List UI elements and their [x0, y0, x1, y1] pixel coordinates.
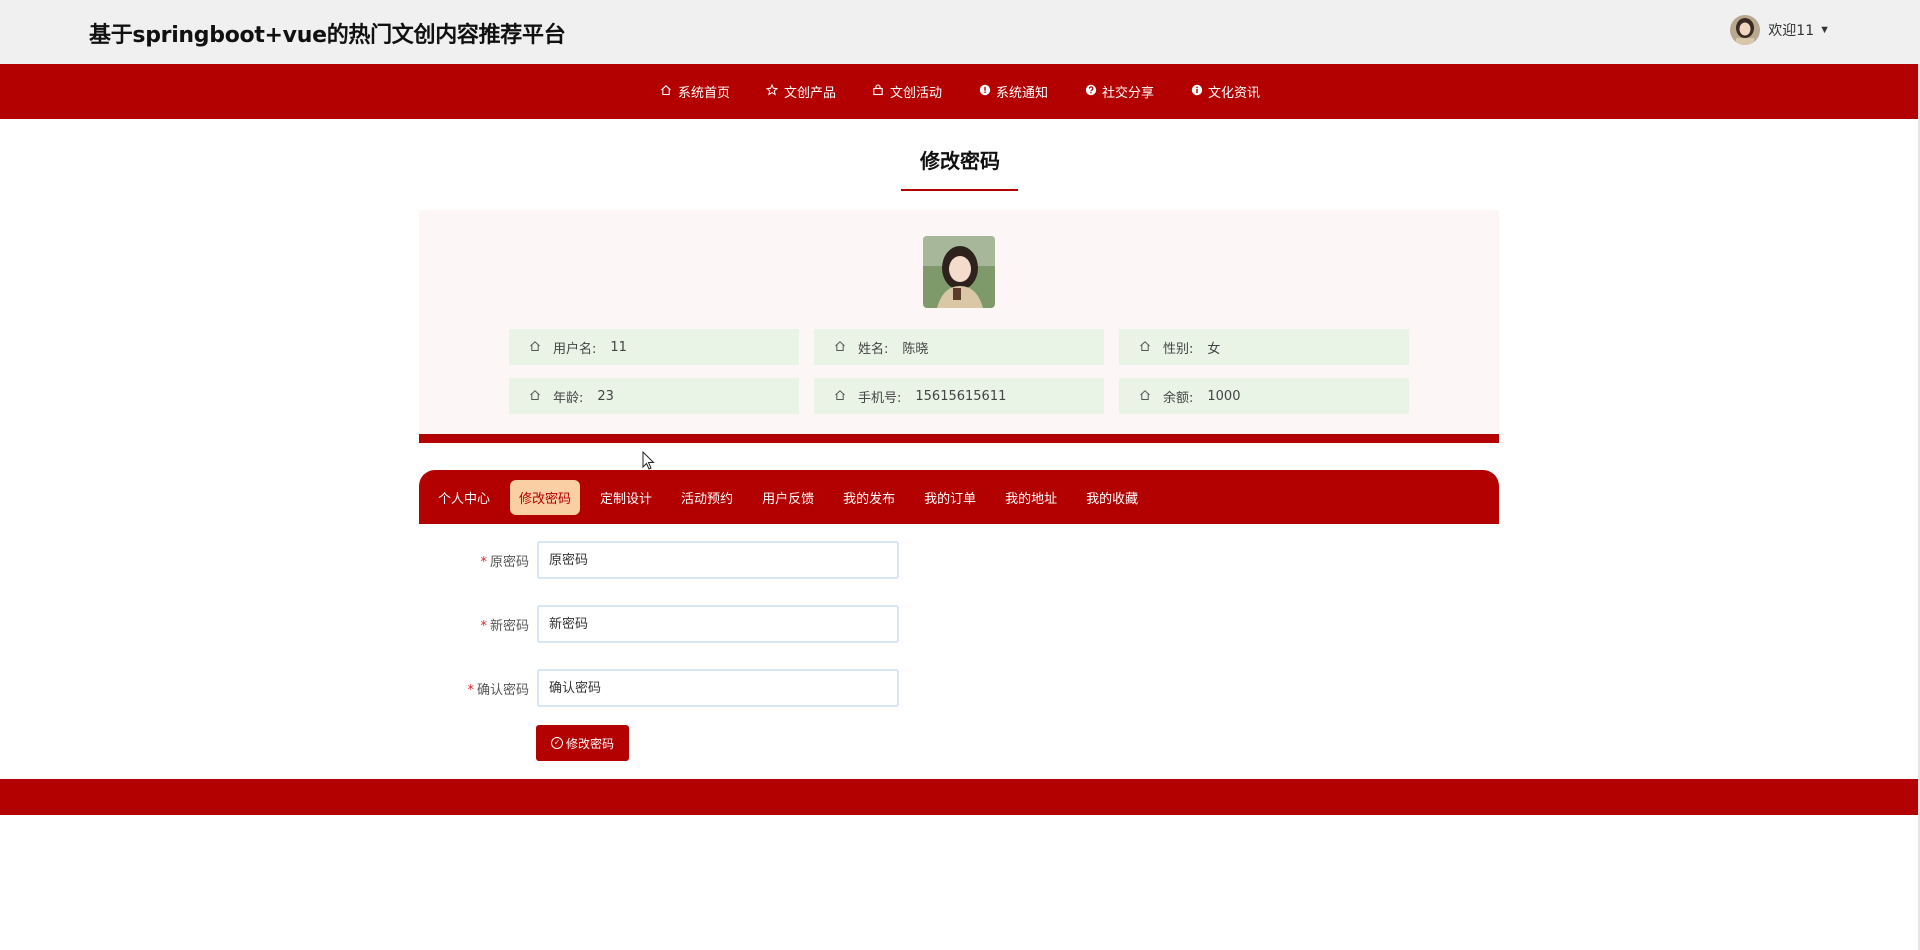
alert-icon	[978, 84, 991, 99]
new-password-label: * 新密码	[480, 618, 529, 634]
info-value: 女	[1207, 341, 1221, 357]
profile-panel: 用户名: 11 姓名: 陈晓 性别: 女 年龄: 23 手机号: 1561561…	[419, 210, 1499, 434]
nav-item-activities[interactable]: 文创活动	[872, 82, 942, 101]
required-mark: *	[467, 682, 474, 698]
tab-my-posts[interactable]: 我的发布	[834, 480, 904, 515]
tab-change-password[interactable]: 修改密码	[510, 479, 581, 515]
user-avatar	[1730, 15, 1761, 45]
confirm-password-row: * 确认密码	[419, 668, 1119, 708]
info-label: 用户名:	[553, 341, 597, 357]
info-card-phone: 手机号: 15615615611	[814, 378, 1104, 414]
info-icon	[1190, 84, 1203, 99]
home-icon	[834, 389, 848, 404]
nav-label: 系统通知	[996, 86, 1049, 101]
info-value: 1000	[1207, 388, 1241, 404]
info-card-age: 年龄: 23	[509, 378, 799, 414]
check-circle-icon: ✓	[550, 737, 563, 749]
tab-my-orders[interactable]: 我的订单	[915, 480, 985, 515]
nav-item-products[interactable]: 文创产品	[766, 82, 836, 101]
user-menu[interactable]: 欢迎11 ▼	[1730, 15, 1830, 45]
home-icon	[529, 389, 543, 404]
nav-label: 系统首页	[677, 86, 730, 101]
info-value: 23	[597, 388, 614, 404]
tab-user-feedback[interactable]: 用户反馈	[753, 480, 823, 515]
main-nav: 系统首页 文创产品 文创活动 系统通知 社交分享 文化资讯	[0, 64, 1920, 119]
bag-icon	[872, 84, 885, 99]
info-value: 11	[610, 339, 627, 355]
required-mark: *	[480, 554, 487, 570]
nav-label: 文创产品	[783, 86, 836, 101]
tab-activity-booking[interactable]: 活动预约	[672, 480, 742, 515]
info-card-gender: 性别: 女	[1119, 329, 1409, 365]
question-icon	[1084, 84, 1097, 99]
footer	[0, 779, 1920, 815]
mouse-cursor-icon	[642, 450, 656, 476]
title-underline	[901, 189, 1018, 191]
top-header: 基于springboot+vue的热门文创内容推荐平台 欢迎11 ▼	[0, 0, 1920, 64]
info-label: 姓名:	[858, 341, 889, 357]
info-label: 余额:	[1163, 390, 1194, 406]
home-icon	[1139, 340, 1153, 355]
welcome-text: 欢迎11	[1768, 23, 1815, 39]
home-icon	[529, 340, 543, 355]
old-password-label: * 原密码	[480, 554, 529, 570]
nav-item-social[interactable]: 社交分享	[1084, 82, 1154, 101]
old-password-row: * 原密码	[419, 540, 1119, 580]
info-label: 年龄:	[553, 390, 584, 406]
profile-divider	[419, 434, 1499, 443]
home-icon	[1139, 389, 1153, 404]
caret-down-icon[interactable]: ▼	[1819, 24, 1830, 36]
info-label: 性别:	[1163, 341, 1194, 357]
confirm-password-input[interactable]	[537, 669, 899, 707]
tab-custom-design[interactable]: 定制设计	[591, 480, 661, 515]
home-icon	[834, 340, 848, 355]
new-password-row: * 新密码	[419, 604, 1119, 644]
star-icon	[766, 83, 779, 99]
site-title: 基于springboot+vue的热门文创内容推荐平台	[89, 23, 566, 48]
user-center-tabs: 个人中心 修改密码 定制设计 活动预约 用户反馈 我的发布 我的订单 我的地址 …	[419, 470, 1499, 524]
confirm-password-label: * 确认密码	[467, 682, 529, 698]
nav-item-news[interactable]: 文化资讯	[1190, 82, 1260, 101]
tab-my-address[interactable]: 我的地址	[996, 480, 1066, 515]
required-mark: *	[480, 618, 487, 634]
new-password-input[interactable]	[537, 605, 899, 643]
info-card-balance: 余额: 1000	[1119, 378, 1409, 414]
tab-personal-center[interactable]: 个人中心	[429, 480, 499, 515]
old-password-input[interactable]	[537, 541, 899, 579]
nav-label: 文化资讯	[1208, 86, 1261, 101]
info-card-username: 用户名: 11	[509, 329, 799, 365]
home-icon	[660, 84, 673, 99]
profile-avatar	[923, 236, 995, 308]
info-label: 手机号:	[858, 390, 902, 406]
nav-item-notices[interactable]: 系统通知	[978, 82, 1048, 101]
info-card-name: 姓名: 陈晓	[814, 329, 1104, 365]
tab-my-favorites[interactable]: 我的收藏	[1077, 480, 1147, 515]
nav-item-home[interactable]: 系统首页	[660, 82, 730, 101]
page-title: 修改密码	[920, 149, 1000, 173]
change-password-button[interactable]: ✓ 修改密码	[536, 725, 629, 761]
info-value: 15615615611	[915, 388, 1007, 404]
info-value: 陈晓	[902, 341, 929, 357]
button-label: 修改密码	[565, 736, 614, 751]
nav-label: 文创活动	[889, 86, 942, 101]
nav-label: 社交分享	[1102, 86, 1155, 101]
